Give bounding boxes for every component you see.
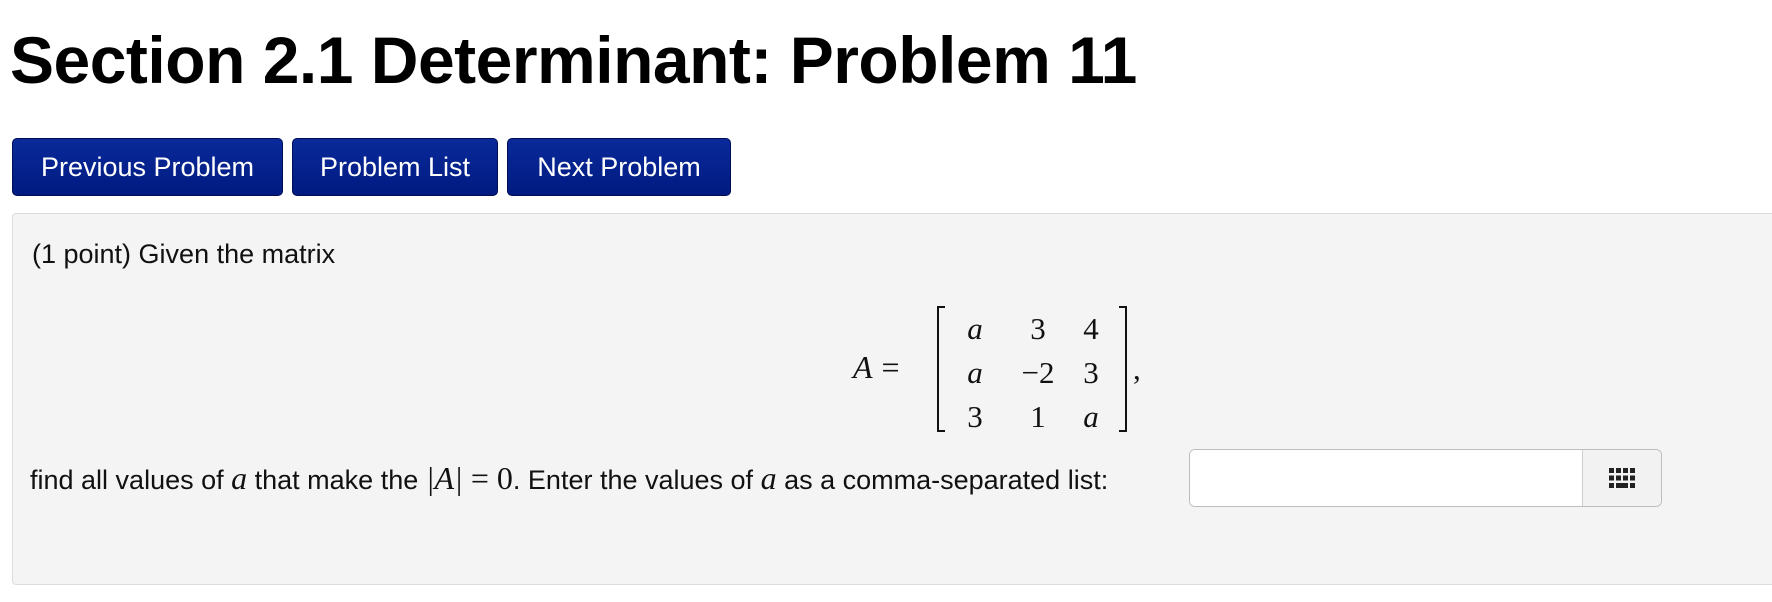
matrix-cell: −2 bbox=[1021, 355, 1055, 390]
next-problem-button[interactable]: Next Problem bbox=[507, 138, 731, 196]
answer-field bbox=[1189, 449, 1662, 507]
problem-list-button[interactable]: Problem List bbox=[292, 138, 498, 196]
question-text: as a comma-separated list: bbox=[776, 465, 1109, 495]
equation-editor-button[interactable] bbox=[1582, 450, 1661, 506]
matrix-cell: a bbox=[967, 311, 983, 346]
problem-intro: (1 point) Given the matrix bbox=[32, 239, 336, 269]
matrix-cell: 3 bbox=[1030, 311, 1046, 346]
matrix-name: A bbox=[853, 349, 873, 385]
matrix-left-bracket bbox=[937, 306, 945, 432]
determinant-equals-zero: = 0 bbox=[462, 460, 513, 496]
problem-question: find all values of a that make the |A| =… bbox=[30, 458, 1108, 500]
matrix-equation: A = a 3 4 a −2 3 3 1 a , bbox=[853, 299, 1153, 439]
matrix-trailing-comma: , bbox=[1133, 351, 1141, 386]
answer-input[interactable] bbox=[1190, 450, 1582, 506]
question-text: . Enter the values of bbox=[512, 465, 761, 495]
question-text: that make the bbox=[247, 465, 426, 495]
matrix-cell: 3 bbox=[1083, 355, 1099, 390]
question-variable: a bbox=[760, 460, 777, 496]
matrix-cell: 4 bbox=[1083, 311, 1099, 346]
matrix-right-bracket bbox=[1119, 306, 1127, 432]
problem-body: (1 point) Given the matrix A = a 3 4 a −… bbox=[12, 213, 1772, 585]
page: Section 2.1 Determinant: Problem 11 Prev… bbox=[0, 0, 1772, 602]
previous-problem-button[interactable]: Previous Problem bbox=[12, 138, 283, 196]
problem-navigation: Previous Problem Problem List Next Probl… bbox=[12, 138, 731, 196]
equals-sign: = bbox=[881, 349, 900, 385]
matrix-lhs: A = bbox=[853, 349, 899, 386]
matrix-cell: a bbox=[967, 355, 983, 390]
keyboard-grid-icon bbox=[1609, 468, 1635, 488]
determinant-expression: |A| = 0 bbox=[426, 460, 513, 496]
matrix-cell: 1 bbox=[1030, 399, 1046, 434]
determinant-symbol: |A| bbox=[425, 460, 463, 496]
question-variable: a bbox=[231, 460, 248, 496]
page-title: Section 2.1 Determinant: Problem 11 bbox=[10, 23, 1137, 97]
matrix-cell: 3 bbox=[967, 399, 983, 434]
matrix-cell: a bbox=[1083, 399, 1099, 434]
question-text: find all values of bbox=[30, 465, 232, 495]
